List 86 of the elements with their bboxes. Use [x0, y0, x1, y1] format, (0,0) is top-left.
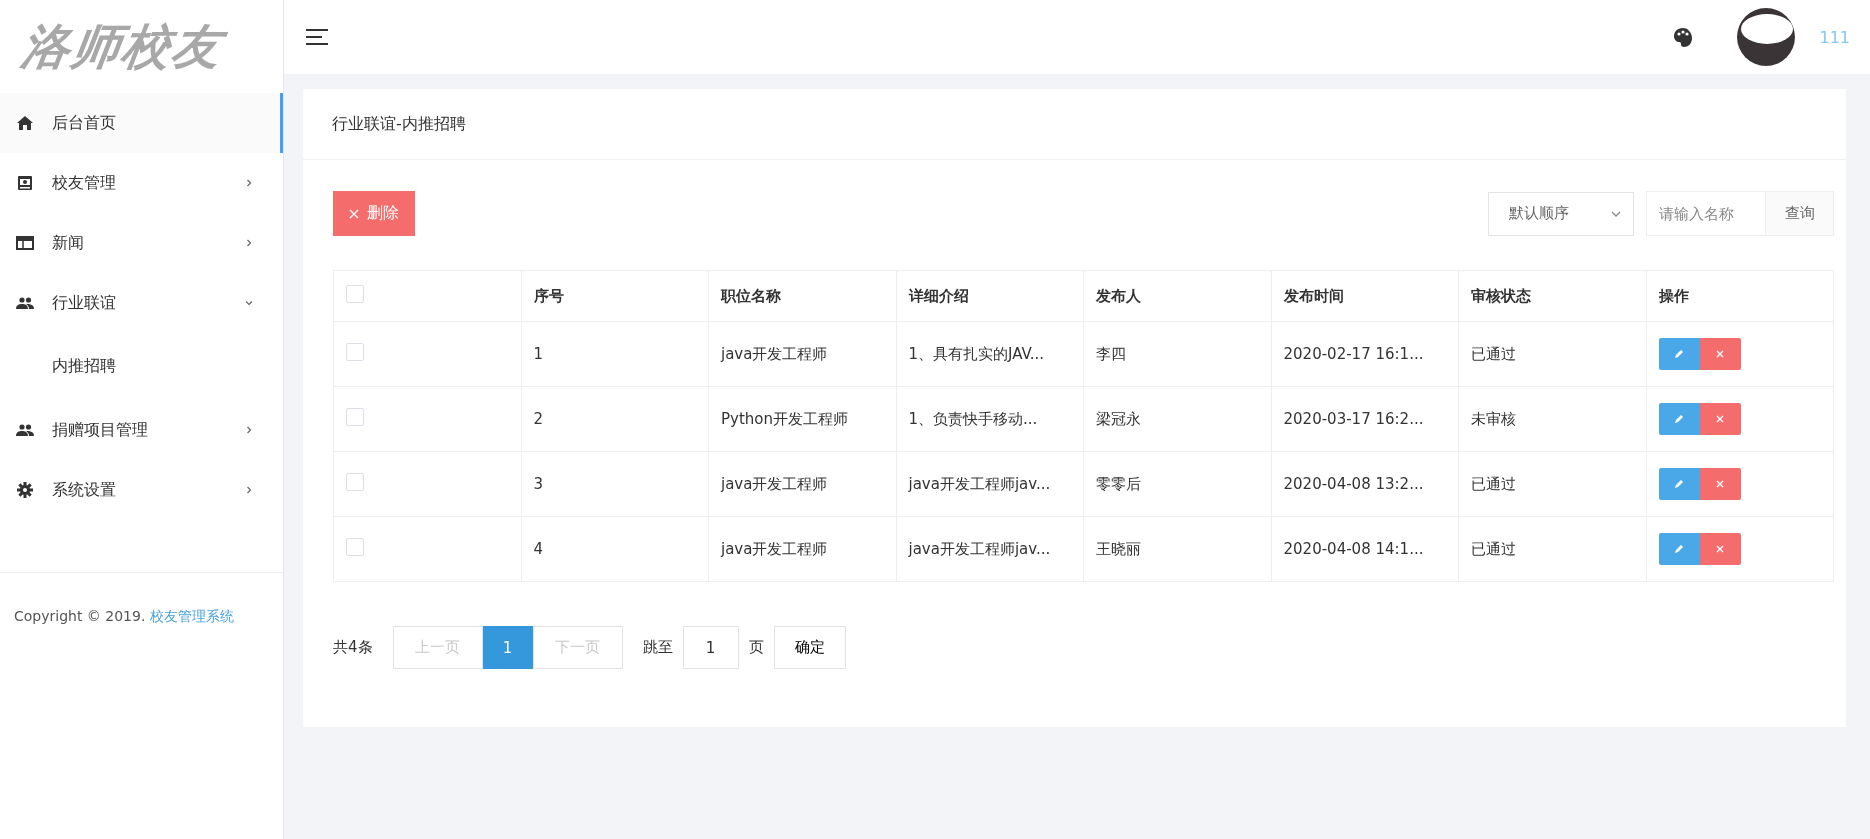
delete-row-button[interactable]	[1699, 338, 1741, 370]
confirm-button[interactable]: 确定	[773, 626, 846, 669]
checkbox[interactable]	[346, 343, 364, 361]
gear-icon	[17, 482, 33, 498]
table-cell: 未审核	[1458, 386, 1646, 452]
id-card-icon	[17, 175, 33, 191]
table-cell: 3	[521, 451, 709, 517]
sidebar-item[interactable]: 后台首页	[0, 93, 283, 153]
copyright-text: Copyright © 2019.	[14, 608, 147, 624]
logo-text: 洛师校友	[17, 16, 227, 76]
checkbox[interactable]	[346, 473, 364, 491]
sidebar-item[interactable]: 校友管理	[0, 153, 283, 213]
page-number-field[interactable]: 1	[682, 626, 739, 669]
home-icon	[17, 116, 33, 130]
table-cell: java开发工程师jav...	[896, 451, 1084, 517]
chevron-icon	[245, 299, 253, 307]
table-cell: 王晓丽	[1083, 516, 1271, 582]
table-cell: 1、具有扎实的JAV...	[896, 321, 1084, 387]
column-header: 发布人	[1083, 270, 1271, 322]
pencil-icon	[1674, 349, 1684, 359]
chevron-icon	[1611, 210, 1621, 217]
close-icon	[1716, 545, 1724, 553]
column-header: 发布时间	[1271, 270, 1459, 322]
table-cell: 4	[521, 516, 709, 582]
pencil-icon	[1674, 479, 1684, 489]
close-icon	[1716, 480, 1724, 488]
table-cell: 1	[521, 321, 709, 387]
edit-button[interactable]	[1658, 403, 1700, 435]
table-cell: java开发工程师	[708, 451, 896, 517]
checkbox[interactable]	[346, 408, 364, 426]
total-count: 共4条	[333, 638, 373, 657]
edit-button[interactable]	[1658, 468, 1700, 500]
table-cell: 2020-04-08 14:1...	[1271, 516, 1459, 582]
table-cell: 已通过	[1458, 516, 1646, 582]
sidebar-subitem[interactable]: 内推招聘	[0, 333, 283, 400]
palette-icon[interactable]	[1673, 27, 1694, 47]
table-cell: java开发工程师	[708, 321, 896, 387]
table-cell: java开发工程师jav...	[896, 516, 1084, 582]
column-header: 职位名称	[708, 270, 896, 322]
close-icon	[1716, 350, 1724, 358]
table-cell: 2020-04-08 13:2...	[1271, 451, 1459, 517]
chevron-icon	[245, 239, 253, 247]
table-cell: 零零后	[1083, 451, 1271, 517]
close-icon	[349, 208, 359, 219]
table-cell: 1、负责快手移动...	[896, 386, 1084, 452]
close-icon	[1716, 415, 1724, 423]
search-button[interactable]: 查询	[1766, 191, 1834, 236]
pencil-icon	[1674, 414, 1684, 424]
table-cell: 2020-02-17 16:1...	[1271, 321, 1459, 387]
table-cell: 2020-03-17 16:2...	[1271, 386, 1459, 452]
edit-button[interactable]	[1658, 338, 1700, 370]
page-unit-label: 页	[748, 638, 764, 657]
sidebar-item[interactable]: 行业联谊	[0, 273, 283, 333]
sidebar-item[interactable]: 捐赠项目管理	[0, 400, 283, 460]
column-header: 审核状态	[1458, 270, 1646, 322]
checkbox[interactable]	[346, 285, 364, 303]
delete-row-button[interactable]	[1699, 403, 1741, 435]
column-header: 详细介绍	[896, 270, 1084, 322]
chevron-icon	[245, 179, 253, 187]
sidebar-item[interactable]: 新闻	[0, 213, 283, 273]
table-cell: 2	[521, 386, 709, 452]
delete-row-button[interactable]	[1699, 533, 1741, 565]
search-field[interactable]: 请输入名称	[1646, 191, 1766, 236]
page-title: 行业联谊-内推招聘	[303, 89, 1846, 160]
sort-select[interactable]: 默认顺序	[1488, 191, 1634, 236]
window-icon	[16, 236, 34, 250]
column-header: 操作	[1646, 270, 1834, 322]
table-cell: 李四	[1083, 321, 1271, 387]
table-cell: java开发工程师	[708, 516, 896, 582]
table-cell: 梁冠永	[1083, 386, 1271, 452]
delete-row-button[interactable]	[1699, 468, 1741, 500]
column-header: 序号	[521, 270, 709, 322]
people-icon	[16, 424, 34, 436]
avatar[interactable]	[1737, 8, 1796, 66]
people-icon	[16, 297, 34, 309]
edit-button[interactable]	[1658, 533, 1700, 565]
table-cell: 已通过	[1458, 451, 1646, 517]
chevron-icon	[245, 486, 253, 494]
sidebar-item[interactable]: 系统设置	[0, 460, 283, 520]
jump-label: 跳至	[642, 638, 673, 657]
checkbox[interactable]	[346, 538, 364, 556]
menu-icon[interactable]	[306, 29, 328, 45]
table-cell: Python开发工程师	[708, 386, 896, 452]
chevron-icon	[245, 426, 253, 434]
pencil-icon	[1674, 544, 1684, 554]
table-cell: 已通过	[1458, 321, 1646, 387]
